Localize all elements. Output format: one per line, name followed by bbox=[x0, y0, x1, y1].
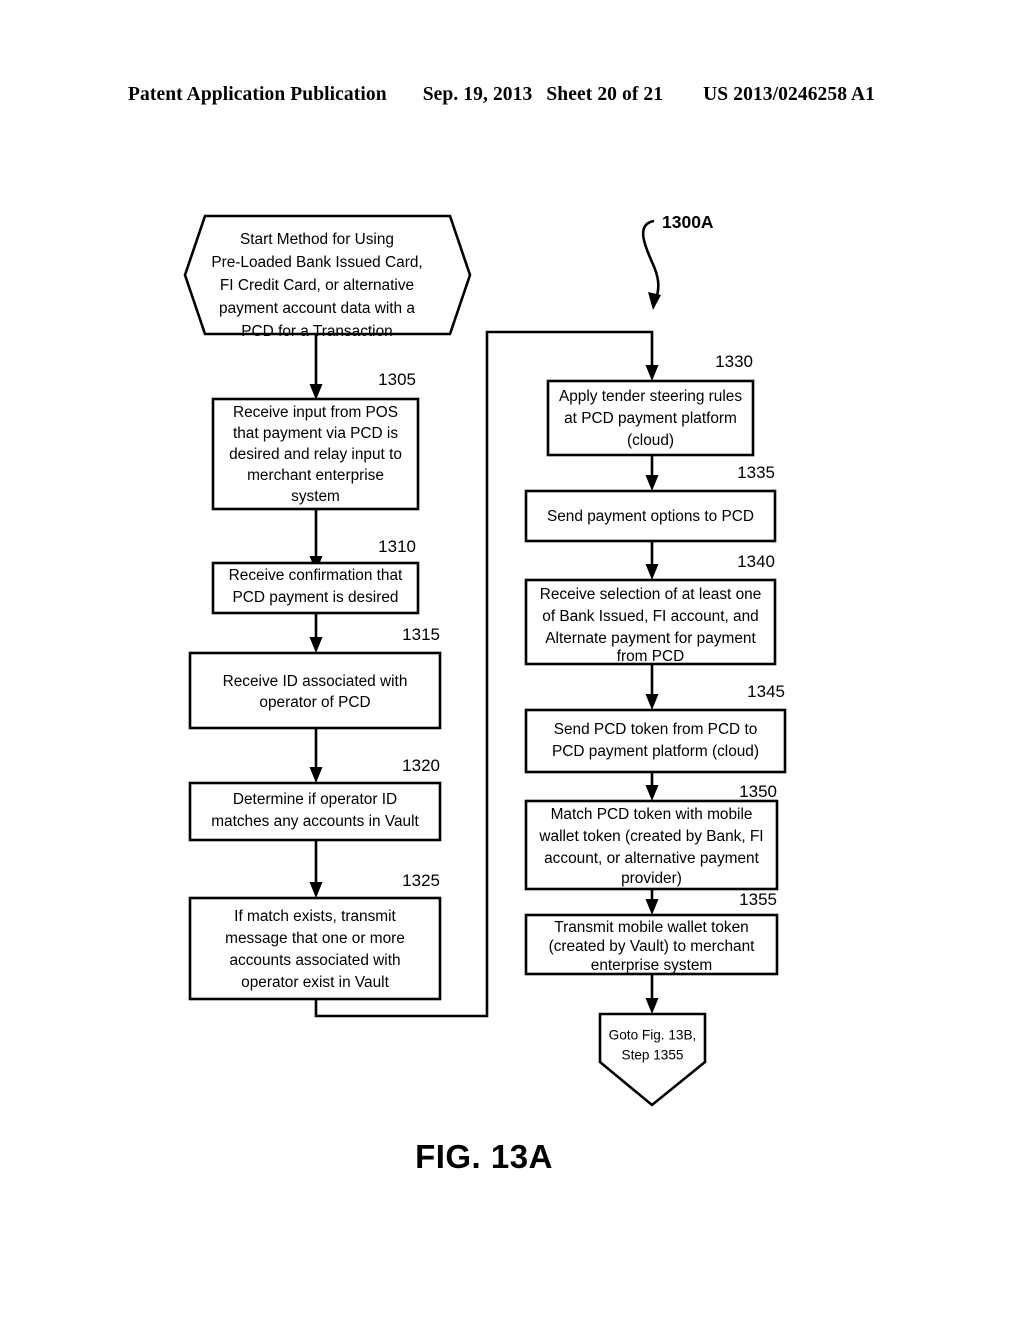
connector-1335-to-1340 bbox=[645, 541, 659, 580]
node-1315-line-0: Receive ID associated with bbox=[223, 673, 408, 690]
node-1325-ref: 1325 bbox=[402, 871, 440, 890]
connector-1345-to-1350 bbox=[645, 772, 659, 801]
node-1320-ref: 1320 bbox=[402, 756, 440, 775]
node-1355-line-0: Transmit mobile wallet token bbox=[554, 919, 748, 936]
diagram-ref-pointer-1300a bbox=[641, 219, 661, 310]
node-start-line-4: PCD for a Transaction bbox=[241, 323, 392, 340]
node-1335-line-0: Send payment options to PCD bbox=[547, 508, 754, 525]
node-1305-line-4: system bbox=[291, 488, 340, 505]
node-1345-line-1: PCD payment platform (cloud) bbox=[552, 743, 759, 760]
node-1305-line-0: Receive input from POS bbox=[233, 404, 398, 421]
node-1305-line-2: desired and relay input to bbox=[229, 446, 402, 463]
node-1305-line-3: merchant enterprise bbox=[247, 467, 384, 484]
node-1335: 1335 Send payment options to PCD bbox=[524, 463, 777, 543]
node-goto-fig-13b: Goto Fig. 13B, Step 1355 bbox=[598, 1012, 707, 1107]
node-goto-line-1: Step 1355 bbox=[622, 1048, 684, 1063]
node-1310-line-0: Receive confirmation that bbox=[229, 567, 403, 584]
node-1315-ref: 1315 bbox=[402, 625, 440, 644]
node-1340-line-2: Alternate payment for payment bbox=[545, 630, 756, 647]
node-1320-line-0: Determine if operator ID bbox=[233, 791, 397, 808]
diagram-ref-label-1300a: 1300A bbox=[662, 212, 714, 232]
node-1355-line-2: enterprise system bbox=[591, 957, 712, 974]
node-1330-line-1: at PCD payment platform bbox=[564, 410, 737, 427]
figure-label: FIG. 13A bbox=[415, 1138, 553, 1175]
node-1350-line-3: provider) bbox=[621, 870, 682, 887]
node-1330-ref: 1330 bbox=[715, 352, 753, 371]
node-1330-line-2: (cloud) bbox=[627, 432, 674, 449]
node-1355-ref: 1355 bbox=[739, 890, 777, 909]
connector-1340-to-1345 bbox=[645, 664, 659, 710]
node-1340-line-3: from PCD bbox=[617, 648, 685, 665]
node-start-line-2: FI Credit Card, or alternative bbox=[220, 277, 414, 294]
connector-1355-to-goto bbox=[645, 974, 659, 1014]
node-1325-line-2: accounts associated with bbox=[229, 952, 400, 969]
node-1330-line-0: Apply tender steering rules bbox=[559, 388, 742, 405]
node-1350-line-1: wallet token (created by Bank, FI bbox=[538, 828, 763, 845]
node-start-line-3: payment account data with a bbox=[219, 300, 415, 317]
node-1305-line-1: that payment via PCD is bbox=[233, 425, 398, 442]
connector-1350-to-1355 bbox=[645, 889, 659, 915]
node-1340-ref: 1340 bbox=[737, 552, 775, 571]
node-1355-line-1: (created by Vault) to merchant bbox=[549, 938, 756, 955]
flowchart-figure: 1300A Start Method for Using Pre-Loaded … bbox=[0, 0, 1024, 1320]
node-1340-line-1: of Bank Issued, FI account, and bbox=[542, 608, 758, 625]
connector-1315-to-1320 bbox=[309, 728, 323, 783]
connector-1320-to-1325 bbox=[309, 840, 323, 898]
node-1320-line-1: matches any accounts in Vault bbox=[211, 813, 419, 830]
node-1310-ref: 1310 bbox=[378, 537, 416, 556]
node-1315-line-1: operator of PCD bbox=[259, 694, 370, 711]
node-1340-line-0: Receive selection of at least one bbox=[540, 586, 762, 603]
node-1325-line-3: operator exist in Vault bbox=[241, 974, 389, 991]
connector-1330-to-1335 bbox=[645, 455, 659, 491]
node-1305-ref: 1305 bbox=[378, 370, 416, 389]
node-start: Start Method for Using Pre-Loaded Bank I… bbox=[183, 214, 472, 340]
node-1310-line-1: PCD payment is desired bbox=[233, 589, 399, 606]
node-start-line-0: Start Method for Using bbox=[240, 231, 394, 248]
node-start-line-1: Pre-Loaded Bank Issued Card, bbox=[211, 254, 422, 271]
patent-page: Patent Application Publication Sep. 19, … bbox=[0, 0, 1024, 1320]
node-1350-ref: 1350 bbox=[739, 782, 777, 801]
node-1325-line-1: message that one or more bbox=[225, 930, 405, 947]
connector-start-to-1305 bbox=[309, 334, 323, 400]
node-1350-line-2: account, or alternative payment bbox=[544, 850, 759, 867]
node-1325-line-0: If match exists, transmit bbox=[234, 908, 396, 925]
node-1345-ref: 1345 bbox=[747, 682, 785, 701]
node-1335-ref: 1335 bbox=[737, 463, 775, 482]
node-goto-line-0: Goto Fig. 13B, bbox=[609, 1028, 697, 1043]
node-1350-line-0: Match PCD token with mobile bbox=[551, 806, 753, 823]
node-1345-line-0: Send PCD token from PCD to bbox=[554, 721, 758, 738]
